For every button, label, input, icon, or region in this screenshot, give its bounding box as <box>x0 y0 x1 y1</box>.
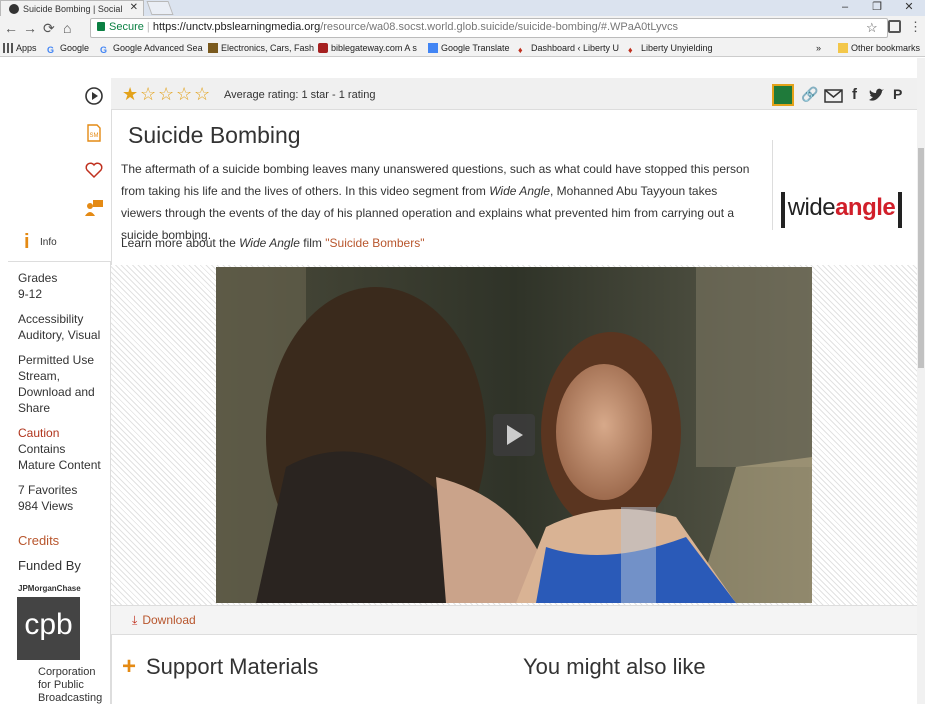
window-controls: – ❐ ✕ <box>829 0 925 16</box>
scrollbar-thumb[interactable] <box>918 148 924 368</box>
accessibility-label: Accessibility <box>18 312 84 326</box>
pinterest-icon[interactable]: P <box>893 86 902 102</box>
caution-value: Contains <box>18 442 66 456</box>
bookmark-liberty[interactable]: ♦ Liberty Unyielding <box>628 43 713 55</box>
cpb-name: Corporation <box>38 666 96 678</box>
play-button[interactable] <box>493 414 535 456</box>
rating-star-icon[interactable]: ☆ <box>194 84 210 105</box>
info-tab-label: Info <box>40 237 57 248</box>
extension-icon[interactable] <box>888 20 901 33</box>
accessibility-value: Auditory, Visual <box>18 328 101 342</box>
bookmarks-overflow-icon[interactable]: » <box>816 43 821 53</box>
permitted-use-value: Share <box>18 401 51 415</box>
also-like-heading: You might also like <box>523 654 706 679</box>
browser-tab-bar: Suicide Bombing | Social ✕ – ❐ ✕ <box>0 0 925 16</box>
logo-angle: angle <box>835 194 896 221</box>
google-classroom-icon[interactable] <box>772 84 794 106</box>
shopping-icon <box>208 43 218 53</box>
document-icon[interactable]: SM <box>84 123 104 143</box>
bookmark-apps[interactable]: Apps <box>3 43 37 53</box>
permitted-use-value: Stream, <box>18 369 61 383</box>
bookmarks-bar: Apps G Google G Google Advanced Sea Electr… <box>0 40 925 57</box>
google-icon: G <box>100 45 108 55</box>
plus-icon[interactable]: + <box>122 655 136 679</box>
credits-label[interactable]: Credits <box>18 533 59 549</box>
window-close-icon[interactable]: ✕ <box>893 0 925 13</box>
folder-icon <box>838 43 848 53</box>
bookmark-google[interactable]: G Google <box>47 43 89 55</box>
browser-tab[interactable]: Suicide Bombing | Social ✕ <box>0 0 144 16</box>
favorite-heart-icon[interactable] <box>84 160 104 180</box>
play-circle-icon[interactable] <box>84 86 104 106</box>
home-icon[interactable]: ⌂ <box>63 20 71 36</box>
wide-angle-logo: wideangle <box>772 140 910 230</box>
google-icon: G <box>47 45 55 55</box>
reload-icon[interactable]: ⟳ <box>43 20 55 37</box>
caution-label: Caution <box>18 426 60 440</box>
lock-icon <box>97 22 105 31</box>
facebook-icon[interactable]: f <box>852 86 857 103</box>
download-link[interactable]: ⤓ Download <box>132 613 196 628</box>
flame-icon: ♦ <box>518 45 523 55</box>
permitted-use-label: Permitted Use <box>18 353 95 367</box>
cpb-logo[interactable]: cpb <box>17 597 80 660</box>
email-icon[interactable] <box>824 89 843 103</box>
funded-by-label: Funded By <box>18 558 81 573</box>
caution-value: Mature Content <box>18 458 101 472</box>
average-rating: Average rating: 1 star - 1 rating <box>224 89 376 101</box>
support-materials-heading[interactable]: Support Materials <box>146 654 318 680</box>
rating-star-icon[interactable]: ☆ <box>158 84 174 105</box>
url-path: /resource/wa08.socst.world.glob.suicide/… <box>320 21 679 33</box>
url-domain: https://unctv.pbslearningmedia.org <box>152 21 321 33</box>
download-bar <box>111 605 917 635</box>
grades-value: 9-12 <box>18 287 43 301</box>
permitted-use-value: Download and <box>18 385 95 399</box>
views-count: 984 Views <box>18 499 74 513</box>
info-icon: i <box>24 231 30 253</box>
rating-star-icon[interactable]: ☆ <box>176 84 192 105</box>
teacher-icon[interactable] <box>84 197 104 217</box>
resource-title: Suicide Bombing <box>128 122 301 148</box>
tab-close-icon[interactable]: ✕ <box>130 2 138 13</box>
favorites-count: 7 Favorites <box>18 483 78 497</box>
flame-icon: ♦ <box>628 45 633 55</box>
secure-label: Secure <box>109 21 144 33</box>
bookmark-electronics[interactable]: Electronics, Cars, Fash <box>208 43 314 53</box>
new-tab-button[interactable] <box>146 1 174 15</box>
learn-more: Learn more about the Wide Angle film "Su… <box>121 236 425 250</box>
bookmark-google-translate[interactable]: Google Translate <box>428 43 510 53</box>
browser-menu-icon[interactable]: ⋮ <box>909 19 922 35</box>
bookmark-google-advanced[interactable]: G Google Advanced Sea <box>100 43 203 55</box>
address-bar[interactable]: Secure | https://unctv.pbslearningmedia.… <box>90 18 888 38</box>
back-arrow-icon[interactable]: ← <box>4 20 18 36</box>
cpb-name: for Public <box>38 679 84 691</box>
apps-grid-icon <box>3 43 13 53</box>
site-favicon-icon <box>9 4 19 14</box>
resource-description: The aftermath of a suicide bombing leave… <box>121 162 750 242</box>
svg-text:SM: SM <box>90 133 99 139</box>
translate-icon <box>428 43 438 53</box>
cpb-name: Broadcasting <box>38 692 103 704</box>
grades-label: Grades <box>18 271 58 285</box>
bookmark-star-icon[interactable]: ☆ <box>866 20 878 36</box>
bookmark-dashboard[interactable]: ♦ Dashboard ‹ Liberty U <box>518 43 619 55</box>
rating-star-icon[interactable]: ★ <box>122 84 138 105</box>
forward-arrow-icon[interactable]: → <box>23 20 37 36</box>
info-tab[interactable]: i Info <box>8 224 111 262</box>
other-bookmarks[interactable]: Other bookmarks <box>838 43 920 53</box>
jpmorganchase-logo[interactable]: JPMorganChase <box>18 584 81 594</box>
logo-wide: wide <box>787 194 836 221</box>
minimize-icon[interactable]: – <box>829 1 861 13</box>
suicide-bombers-link[interactable]: "Suicide Bombers" <box>325 236 424 250</box>
link-icon[interactable]: 🔗 <box>801 86 818 103</box>
restore-icon[interactable]: ❐ <box>861 0 893 13</box>
download-icon: ⤓ <box>132 613 138 627</box>
bookmark-biblegateway[interactable]: biblegateway.com A s <box>318 43 417 53</box>
rating-star-icon[interactable]: ☆ <box>140 84 156 105</box>
twitter-icon[interactable] <box>868 88 885 103</box>
bible-icon <box>318 43 328 53</box>
tab-title: Suicide Bombing | Social <box>23 4 123 14</box>
